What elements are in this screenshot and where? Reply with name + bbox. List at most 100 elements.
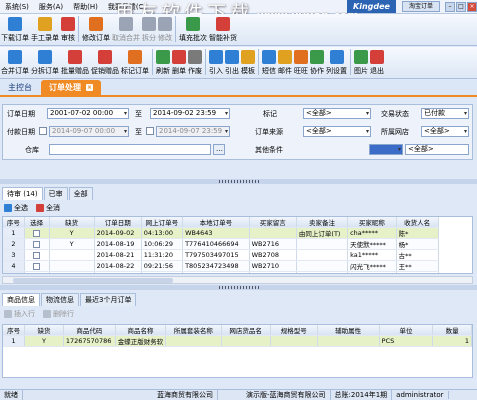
select-all-button[interactable]: 全选 — [4, 203, 28, 213]
toolbar2-button-16[interactable]: 图片 — [353, 46, 369, 78]
row-select-checkbox[interactable] — [33, 251, 41, 259]
toolbar2-button-5[interactable]: 刷新 — [155, 46, 171, 78]
menu-help[interactable]: 帮助(H) — [68, 2, 103, 12]
table-row[interactable]: 3 2014-08-21 11:31:20 T797503497015 WB2708 ka… — [3, 249, 472, 261]
table-cell[interactable] — [24, 227, 50, 239]
toolbar2-button-13[interactable]: 旺旺 — [293, 46, 309, 78]
splitter-middle[interactable] — [0, 285, 477, 290]
toolbar2-button-10[interactable]: 模板 — [240, 46, 256, 78]
column-header[interactable]: 商品名称 — [115, 325, 167, 336]
insert-row-button[interactable]: 插入行 — [4, 309, 35, 319]
tab-all[interactable]: 全部 — [68, 187, 93, 200]
toolbar2-button-4[interactable]: 标记订单 — [120, 46, 150, 78]
toolbar1-button-4[interactable]: 取消合并 — [111, 13, 141, 45]
column-header[interactable]: 单位 — [379, 325, 434, 336]
close-tab-icon[interactable]: × — [86, 84, 93, 91]
menu-feedback[interactable]: 我要反馈(C) — [103, 2, 151, 12]
row-select-checkbox[interactable] — [33, 240, 41, 248]
tab-audited[interactable]: 已审 — [43, 187, 68, 200]
table-row[interactable]: 1 Y 17267570786 金蝶正版财务软 PCS 1 — [3, 335, 472, 347]
table-cell[interactable] — [24, 249, 50, 261]
toolbar2-button-1[interactable]: 分拆订单 — [30, 46, 60, 78]
toolbar2-button-6[interactable]: 删单 — [171, 46, 187, 78]
table-row[interactable]: 1 Y 2014-09-02 04:13:00 WB4643 由同上订单(T) cha***… — [3, 227, 472, 239]
table-cell[interactable] — [24, 260, 50, 272]
column-header[interactable]: 数量 — [432, 325, 472, 336]
warehouse-input[interactable] — [49, 144, 211, 155]
toolbar1-button-7[interactable]: 填充批次 — [178, 13, 208, 45]
mark-select[interactable]: <全部> — [303, 108, 371, 119]
toolbar1-button-1[interactable]: 手工录单 — [30, 13, 60, 45]
toolbar2-button-9[interactable]: 引出 — [224, 46, 240, 78]
other-condition-value[interactable]: <全部> — [405, 144, 469, 155]
toolbar2-button-0[interactable]: 合并订单 — [0, 46, 30, 78]
table-cell[interactable] — [24, 238, 50, 250]
toolbar2-button-12[interactable]: 邮件 — [277, 46, 293, 78]
tab-recent-orders[interactable]: 最近3个月订单 — [80, 293, 137, 306]
order-date-to[interactable]: 2014-09-02 23:59 — [150, 108, 230, 119]
toolbar1-button-0[interactable]: 下载订单 — [0, 13, 30, 45]
pay-date-to[interactable]: 2014-09-07 23:59 — [156, 126, 230, 137]
scroll-thumb[interactable] — [13, 278, 173, 283]
table-row[interactable]: 2 Y 2014-08-19 10:06:29 T776410466694 WB2716 天… — [3, 238, 472, 250]
row-select-checkbox[interactable] — [33, 229, 41, 237]
column-header[interactable]: 本地订单号 — [182, 217, 250, 228]
toolbar2-button-11[interactable]: 短信 — [261, 46, 277, 78]
column-header[interactable]: 规格型号 — [270, 325, 318, 336]
tab-product-info[interactable]: 商品信息 — [2, 293, 40, 306]
tab-logistics-info[interactable]: 物流信息 — [41, 293, 79, 306]
tab-order-processing[interactable]: 订单处理 × — [41, 80, 101, 95]
pay-date-to-checkbox[interactable] — [146, 127, 154, 135]
toolbar2-button-15[interactable]: 列设置 — [325, 46, 348, 78]
column-header[interactable]: 序号 — [3, 325, 26, 336]
column-header[interactable]: 网店货品名 — [221, 325, 271, 336]
toolbar2-button-7[interactable]: 作废 — [187, 46, 203, 78]
minimize-icon[interactable]: – — [445, 1, 455, 12]
column-header[interactable]: 收货人名 — [396, 217, 439, 228]
toolbar1-button-2[interactable]: 审核 — [60, 13, 76, 45]
table-row[interactable]: 4 2014-08-22 09:21:56 T805234723498 WB2710 闪光… — [3, 260, 472, 272]
table-row[interactable]: 5 Y2014-08-2209:49:18T810330602509WB2707 t… — [3, 271, 472, 275]
column-header[interactable]: 缺货 — [49, 217, 95, 228]
tab-pending[interactable]: 待审 (14) — [2, 187, 43, 200]
toolbar2-button-2[interactable]: 批量赠品 — [60, 46, 90, 78]
close-icon[interactable]: × — [467, 1, 477, 12]
pay-date-from[interactable]: 2014-09-07 00:00 — [49, 126, 129, 137]
toolbar2-button-3[interactable]: 促销赠品 — [90, 46, 120, 78]
pay-date-checkbox[interactable] — [39, 127, 47, 135]
delete-row-button[interactable]: 删除行 — [43, 309, 74, 319]
toolbar1-button-5[interactable]: 拆分 — [141, 13, 157, 45]
splitter-top[interactable] — [0, 179, 477, 184]
toolbar1-button-8[interactable]: 智能补货 — [208, 13, 238, 45]
toolbar1-button-6[interactable]: 修改 — [157, 13, 173, 45]
maximize-icon[interactable]: □ — [456, 1, 466, 12]
column-header[interactable]: 缺货 — [24, 325, 64, 336]
toolbar2-button-14[interactable]: 协作 — [309, 46, 325, 78]
shop-select[interactable]: <全部> — [421, 126, 469, 137]
menu-service[interactable]: 服务(A) — [34, 2, 68, 12]
toolbar2-button-17[interactable]: 退出 — [369, 46, 385, 78]
row-select-checkbox[interactable] — [33, 262, 41, 270]
orders-hscroll[interactable] — [2, 276, 473, 284]
row-select-checkbox[interactable] — [33, 274, 40, 275]
column-header[interactable]: 商品代码 — [63, 325, 116, 336]
status-select[interactable]: 已付款 — [421, 108, 469, 119]
nav-home[interactable]: 主控台 — [0, 82, 38, 95]
column-header[interactable]: 订单日期 — [94, 217, 142, 228]
column-header[interactable]: 辅助属性 — [317, 325, 380, 336]
other-condition-select[interactable] — [369, 144, 403, 155]
column-header[interactable]: 卖家备注 — [296, 217, 349, 228]
column-header[interactable]: 网上订单号 — [141, 217, 184, 228]
warehouse-lookup-icon[interactable]: … — [213, 144, 225, 155]
column-header[interactable]: 买家昵称 — [347, 217, 397, 228]
toolbar1-button-3[interactable]: 修改订单 — [81, 13, 111, 45]
toolbar2-button-8[interactable]: 引入 — [208, 46, 224, 78]
source-select[interactable]: <全部> — [303, 126, 371, 137]
column-header[interactable]: 选择 — [24, 217, 50, 228]
table-cell[interactable] — [24, 271, 50, 275]
column-header[interactable]: 所属套装名称 — [165, 325, 222, 336]
column-header[interactable]: 买家留言 — [249, 217, 297, 228]
menu-system[interactable]: 系统(S) — [0, 2, 34, 12]
order-date-from[interactable]: 2001-07-02 00:00 — [47, 108, 129, 119]
deselect-all-button[interactable]: 全消 — [36, 203, 60, 213]
